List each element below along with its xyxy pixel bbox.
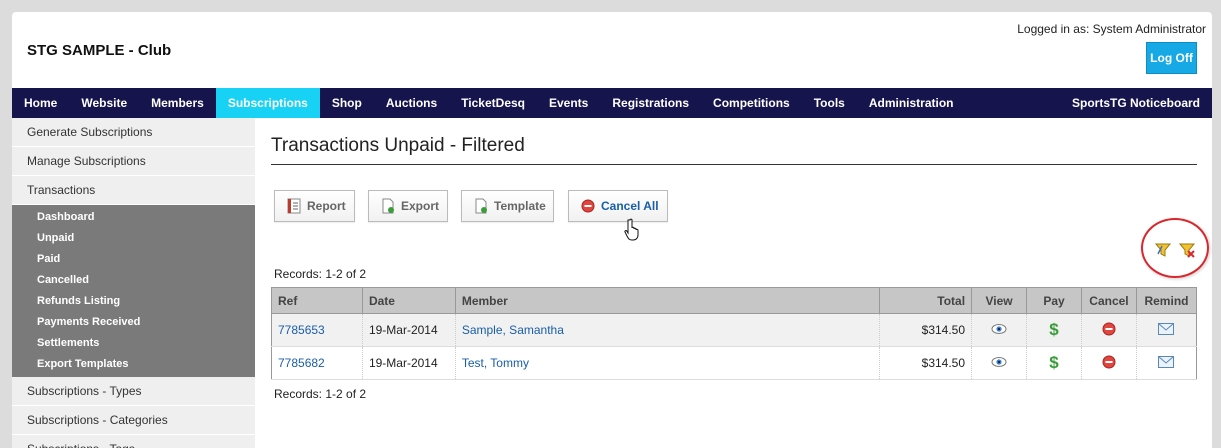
- sidebar-item-subscriptions-types[interactable]: Subscriptions - Types: [12, 377, 255, 406]
- table-row: 7785653 19-Mar-2014 Sample, Samantha $31…: [271, 313, 1197, 347]
- nav-events[interactable]: Events: [537, 88, 600, 118]
- report-button[interactable]: Report: [274, 190, 355, 222]
- ref-link[interactable]: 7785653: [271, 313, 363, 347]
- column-header-cancel: Cancel: [1080, 287, 1137, 314]
- remind-envelope-icon[interactable]: [1158, 322, 1175, 335]
- filter-icon[interactable]: [1155, 242, 1171, 258]
- logged-in-text: Logged in as: System Administrator: [1017, 22, 1206, 36]
- column-header-pay: Pay: [1026, 287, 1082, 314]
- cancel-icon[interactable]: [1102, 355, 1116, 369]
- nav-auctions[interactable]: Auctions: [374, 88, 449, 118]
- nav-registrations[interactable]: Registrations: [600, 88, 701, 118]
- table-row: 7785682 19-Mar-2014 Test, Tommy $314.50 …: [271, 346, 1197, 380]
- column-header-view: View: [971, 287, 1028, 314]
- date-cell: 19-Mar-2014: [361, 346, 456, 380]
- main-nav: Home Website Members Subscriptions Shop …: [12, 88, 1212, 118]
- pay-cell: $: [1026, 313, 1082, 347]
- pay-dollar-icon[interactable]: $: [1048, 353, 1060, 372]
- remind-cell: [1135, 346, 1197, 380]
- nav-subscriptions[interactable]: Subscriptions: [215, 88, 320, 118]
- cancel-cell: [1080, 313, 1137, 347]
- log-off-button[interactable]: Log Off: [1146, 42, 1197, 74]
- date-cell: 19-Mar-2014: [361, 313, 456, 347]
- sidebar-subitem-payments-received[interactable]: Payments Received: [12, 312, 255, 333]
- remind-envelope-icon[interactable]: [1158, 355, 1175, 368]
- sidebar-item-transactions[interactable]: Transactions: [12, 176, 255, 205]
- report-label: Report: [307, 199, 346, 213]
- nav-administration[interactable]: Administration: [857, 88, 966, 118]
- total-cell: $314.50: [879, 313, 972, 347]
- main-content: Transactions Unpaid - Filtered Report Ex…: [271, 118, 1209, 401]
- remind-cell: [1135, 313, 1197, 347]
- nav-competitions[interactable]: Competitions: [701, 88, 802, 118]
- sidebar-subitem-export-templates[interactable]: Export Templates: [12, 354, 255, 375]
- member-link[interactable]: Sample, Samantha: [454, 313, 880, 347]
- nav-website[interactable]: Website: [69, 88, 139, 118]
- cancel-all-button[interactable]: Cancel All: [568, 190, 668, 222]
- view-eye-icon[interactable]: [991, 323, 1007, 335]
- template-label: Template: [494, 199, 546, 213]
- sidebar-item-manage-subscriptions[interactable]: Manage Subscriptions: [12, 147, 255, 176]
- cancel-cell: [1080, 346, 1137, 380]
- pay-cell: $: [1026, 346, 1082, 380]
- cancel-icon[interactable]: [1102, 322, 1116, 336]
- club-title: STG SAMPLE - Club: [27, 42, 172, 59]
- column-header-remind: Remind: [1135, 287, 1198, 314]
- view-cell: [971, 346, 1027, 380]
- sidebar-subitem-paid[interactable]: Paid: [12, 249, 255, 270]
- hand-cursor-icon: [624, 218, 639, 241]
- nav-home[interactable]: Home: [12, 88, 69, 118]
- transactions-table: Ref Date Member Total View Pay Cancel Re…: [271, 287, 1198, 380]
- cancel-icon: [581, 199, 595, 213]
- nav-tools[interactable]: Tools: [802, 88, 857, 118]
- nav-shop[interactable]: Shop: [320, 88, 374, 118]
- sidebar-subitem-refunds-listing[interactable]: Refunds Listing: [12, 291, 255, 312]
- export-icon: [382, 198, 394, 214]
- report-icon: [287, 198, 301, 214]
- records-count-top: Records: 1-2 of 2: [274, 267, 367, 281]
- sidebar-subitem-cancelled[interactable]: Cancelled: [12, 270, 255, 291]
- sidebar-submenu-transactions: Dashboard Unpaid Paid Cancelled Refunds …: [12, 205, 255, 377]
- sidebar-subitem-unpaid[interactable]: Unpaid: [12, 228, 255, 249]
- pay-dollar-icon[interactable]: $: [1048, 320, 1060, 339]
- column-header-ref[interactable]: Ref: [271, 287, 363, 314]
- export-button[interactable]: Export: [368, 190, 448, 222]
- sidebar-subitem-dashboard[interactable]: Dashboard: [12, 207, 255, 228]
- view-eye-icon[interactable]: [991, 356, 1007, 368]
- ref-link[interactable]: 7785682: [271, 346, 363, 380]
- nav-noticeboard[interactable]: SportsTG Noticeboard: [1060, 88, 1212, 118]
- svg-text:$: $: [1049, 320, 1059, 338]
- cancel-all-label: Cancel All: [601, 199, 659, 213]
- column-header-total[interactable]: Total: [879, 287, 973, 314]
- clear-filter-icon[interactable]: [1179, 242, 1195, 258]
- view-cell: [971, 313, 1027, 347]
- total-cell: $314.50: [879, 346, 972, 380]
- column-header-date[interactable]: Date: [361, 287, 456, 314]
- app-frame: STG SAMPLE - Club Logged in as: System A…: [12, 12, 1212, 448]
- sidebar: Generate Subscriptions Manage Subscripti…: [12, 118, 255, 448]
- template-icon: [475, 198, 487, 214]
- svg-text:$: $: [1049, 353, 1059, 371]
- nav-members[interactable]: Members: [139, 88, 216, 118]
- export-label: Export: [401, 199, 440, 213]
- filter-highlight-circle: [1141, 218, 1209, 278]
- template-button[interactable]: Template: [461, 190, 554, 222]
- table-header-row: Ref Date Member Total View Pay Cancel Re…: [271, 287, 1198, 314]
- sidebar-item-subscriptions-categories[interactable]: Subscriptions - Categories: [12, 406, 255, 435]
- sidebar-subitem-settlements[interactable]: Settlements: [12, 333, 255, 354]
- member-link[interactable]: Test, Tommy: [454, 346, 880, 380]
- page-title: Transactions Unpaid - Filtered: [271, 135, 1197, 165]
- nav-ticketdesq[interactable]: TicketDesq: [449, 88, 537, 118]
- sidebar-item-generate-subscriptions[interactable]: Generate Subscriptions: [12, 118, 255, 147]
- column-header-member[interactable]: Member: [454, 287, 881, 314]
- records-count-bottom: Records: 1-2 of 2: [274, 387, 367, 401]
- sidebar-item-subscriptions-tags[interactable]: Subscriptions - Tags: [12, 435, 255, 448]
